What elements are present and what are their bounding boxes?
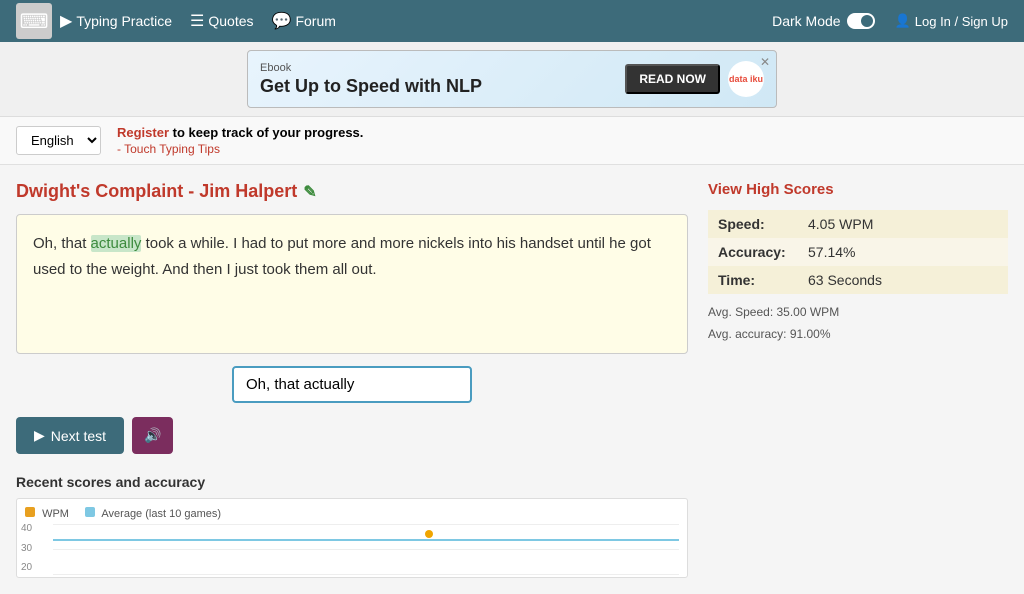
nav-typing-practice[interactable]: ▶ Typing Practice bbox=[60, 11, 172, 31]
banner-ebook-label: Ebook bbox=[260, 62, 625, 74]
stats-row-time: Time: 63 Seconds bbox=[708, 266, 1008, 294]
dark-mode-toggle-circle[interactable] bbox=[847, 13, 875, 29]
navbar: ⌨ ▶ Typing Practice ☰ Quotes 💬 Forum Dar… bbox=[0, 0, 1024, 42]
chart-legend: WPM Average (last 10 games) bbox=[25, 507, 679, 520]
stats-row-accuracy: Accuracy: 57.14% bbox=[708, 238, 1008, 266]
play-icon: ▶ bbox=[34, 427, 45, 444]
banner-inner: Ebook Get Up to Speed with NLP READ NOW … bbox=[247, 50, 777, 108]
banner-text: Ebook Get Up to Speed with NLP bbox=[260, 62, 625, 97]
forum-icon: 💬 bbox=[272, 11, 292, 31]
touch-typing-tips-link[interactable]: - Touch Typing Tips bbox=[117, 142, 363, 156]
quote-title: Dwight's Complaint - Jim Halpert ✎ bbox=[16, 181, 688, 202]
language-select[interactable]: English bbox=[16, 126, 101, 155]
nav-login[interactable]: 👤 Log In / Sign Up bbox=[895, 13, 1008, 29]
grid-line-20 bbox=[53, 574, 679, 575]
quote-title-text: Dwight's Complaint - Jim Halpert bbox=[16, 181, 297, 202]
banner-read-button[interactable]: READ NOW bbox=[625, 64, 720, 94]
wpm-legend-item: WPM bbox=[25, 507, 69, 520]
avg-speed-label: Avg. Speed: 35.00 WPM bbox=[708, 302, 1008, 324]
chart-container: WPM Average (last 10 games) 40 30 bbox=[16, 498, 688, 578]
typing-input[interactable] bbox=[232, 366, 472, 403]
time-value: 63 Seconds bbox=[798, 266, 1008, 294]
wpm-legend-dot bbox=[25, 507, 35, 517]
banner-title: Get Up to Speed with NLP bbox=[260, 76, 625, 97]
score-dot bbox=[425, 530, 433, 538]
next-test-button[interactable]: ▶ Next test bbox=[16, 417, 124, 454]
dark-mode-toggle[interactable]: Dark Mode bbox=[772, 13, 874, 29]
keyboard-icon: ⌨ bbox=[20, 9, 49, 34]
sound-icon: 🔊 bbox=[144, 427, 161, 443]
register-message: Register to keep track of your progress. bbox=[117, 125, 363, 140]
banner-logo: data iku bbox=[728, 61, 764, 97]
left-panel: Dwight's Complaint - Jim Halpert ✎ Oh, t… bbox=[16, 181, 688, 578]
accuracy-value: 57.14% bbox=[798, 238, 1008, 266]
grid-line-30 bbox=[53, 549, 679, 550]
main-content: Dwight's Complaint - Jim Halpert ✎ Oh, t… bbox=[0, 165, 1024, 594]
chart-area bbox=[53, 524, 679, 574]
avg-accuracy-label: Avg. accuracy: 91.00% bbox=[708, 324, 1008, 346]
edit-quote-icon[interactable]: ✎ bbox=[303, 182, 316, 202]
nav-links: ▶ Typing Practice ☰ Quotes 💬 Forum Dark … bbox=[60, 11, 895, 31]
recent-scores-title: Recent scores and accuracy bbox=[16, 474, 688, 490]
banner-close-button[interactable]: ✕ bbox=[760, 55, 770, 69]
time-label: Time: bbox=[708, 266, 798, 294]
speed-value: 4.05 WPM bbox=[798, 210, 1008, 238]
site-logo: ⌨ bbox=[16, 3, 52, 39]
nav-quotes[interactable]: ☰ Quotes bbox=[190, 11, 253, 31]
typing-input-container bbox=[16, 366, 688, 403]
typed-prefix: Oh, that bbox=[33, 235, 91, 252]
speed-label: Speed: bbox=[708, 210, 798, 238]
stats-row-speed: Speed: 4.05 WPM bbox=[708, 210, 1008, 238]
nav-forum[interactable]: 💬 Forum bbox=[272, 11, 336, 31]
action-buttons: ▶ Next test 🔊 bbox=[16, 417, 688, 454]
avg-stats: Avg. Speed: 35.00 WPM Avg. accuracy: 91.… bbox=[708, 302, 1008, 345]
user-icon: 👤 bbox=[895, 13, 911, 29]
register-link[interactable]: Register bbox=[117, 125, 169, 140]
highlighted-word: actually bbox=[91, 235, 142, 252]
view-high-scores-link[interactable]: View High Scores bbox=[708, 181, 1008, 198]
stats-table: Speed: 4.05 WPM Accuracy: 57.14% Time: 6… bbox=[708, 210, 1008, 294]
grid-line-40 bbox=[53, 524, 679, 525]
chart-y-axis: 40 30 20 bbox=[17, 523, 36, 573]
quotes-icon: ☰ bbox=[190, 11, 204, 31]
next-test-label: Next test bbox=[51, 428, 106, 444]
banner-ad: Ebook Get Up to Speed with NLP READ NOW … bbox=[0, 42, 1024, 117]
play-icon: ▶ bbox=[60, 11, 72, 31]
banner-logo-text: data iku bbox=[729, 74, 763, 84]
avg-legend-dot bbox=[85, 507, 95, 517]
right-panel: View High Scores Speed: 4.05 WPM Accurac… bbox=[708, 181, 1008, 578]
register-bar: English Register to keep track of your p… bbox=[0, 117, 1024, 165]
register-message-col: Register to keep track of your progress.… bbox=[117, 125, 363, 156]
average-line bbox=[53, 539, 679, 541]
accuracy-label: Accuracy: bbox=[708, 238, 798, 266]
sound-button[interactable]: 🔊 bbox=[132, 417, 173, 454]
avg-legend-item: Average (last 10 games) bbox=[85, 507, 221, 520]
typing-display: Oh, that actually took a while. I had to… bbox=[16, 214, 688, 354]
